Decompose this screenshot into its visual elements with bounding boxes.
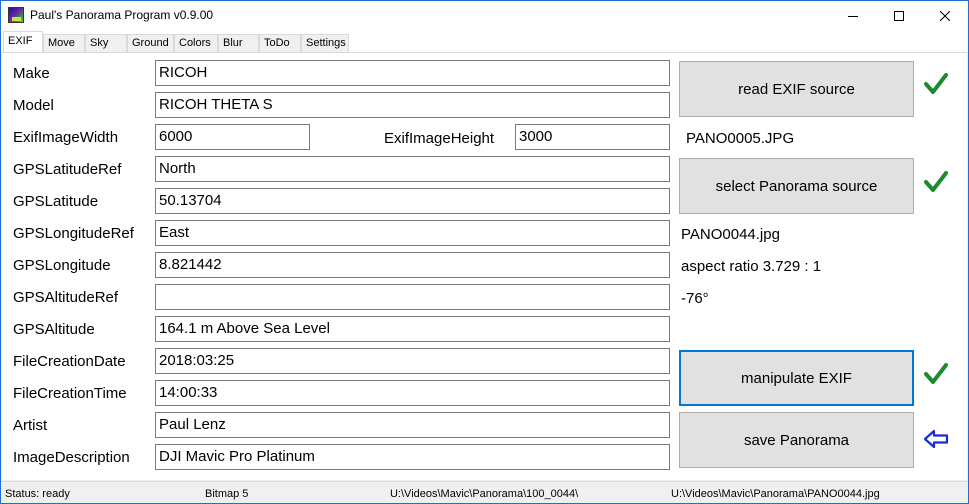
tab-strip: EXIF Move Sky Ground Colors Blur ToDo Se… <box>1 30 968 52</box>
creation-date-field[interactable]: 2018:03:25 <box>155 348 670 374</box>
exif-panel: Make RICOH Model RICOH THETA S ExifImage… <box>2 52 967 480</box>
longitude-label: GPSLongitude <box>13 257 111 274</box>
artist-label: Artist <box>13 417 48 434</box>
model-field[interactable]: RICOH THETA S <box>155 92 670 118</box>
make-field[interactable]: RICOH <box>155 60 670 86</box>
title-bar[interactable]: Paul's Panorama Program v0.9.00 <box>1 1 968 30</box>
manipulate-exif-button[interactable]: manipulate EXIF <box>679 350 914 406</box>
bitmap-status: Bitmap 5 <box>205 488 249 500</box>
artist-field[interactable]: Paul Lenz <box>155 412 670 438</box>
read-exif-button[interactable]: read EXIF source <box>679 61 914 117</box>
maximize-icon <box>894 10 904 21</box>
output-path: U:\Videos\Mavic\Panorama\PANO0044.jpg <box>671 488 880 500</box>
check-icon <box>924 363 948 384</box>
status-bar: Status: ready Bitmap 5 U:\Videos\Mavic\P… <box>1 481 968 503</box>
longitude-field[interactable]: 8.821442 <box>155 252 670 278</box>
tab-sky[interactable]: Sky <box>85 34 127 52</box>
check-icon <box>924 171 948 192</box>
app-icon[interactable] <box>8 7 24 23</box>
close-button[interactable] <box>922 1 968 30</box>
status-text: Status: ready <box>5 488 70 500</box>
altitude-ref-field[interactable] <box>155 284 670 310</box>
height-field[interactable]: 3000 <box>515 124 670 150</box>
width-field[interactable]: 6000 <box>155 124 310 150</box>
aspect-ratio-text: aspect ratio 3.729 : 1 <box>681 258 822 275</box>
model-label: Model <box>13 97 54 114</box>
longitude-ref-label: GPSLongitudeRef <box>13 225 134 242</box>
tab-todo[interactable]: ToDo <box>259 34 301 52</box>
exif-source-file: PANO0005.JPG <box>686 130 795 147</box>
tab-blur[interactable]: Blur <box>218 34 259 52</box>
tab-move[interactable]: Move <box>43 34 85 52</box>
check-icon <box>924 73 948 94</box>
latitude-ref-label: GPSLatitudeRef <box>13 161 122 178</box>
arrow-left-icon <box>923 429 949 449</box>
creation-date-label: FileCreationDate <box>13 353 126 370</box>
height-label: ExifImageHeight <box>384 130 495 147</box>
folder-path: U:\Videos\Mavic\Panorama\100_0044\ <box>390 488 579 500</box>
tab-settings[interactable]: Settings <box>301 34 349 52</box>
select-panorama-button[interactable]: select Panorama source <box>679 158 914 214</box>
width-label: ExifImageWidth <box>13 129 119 146</box>
altitude-label: GPSAltitude <box>13 321 95 338</box>
description-field[interactable]: DJI Mavic Pro Platinum <box>155 444 670 470</box>
minimize-button[interactable] <box>830 1 876 30</box>
window-title: Paul's Panorama Program v0.9.00 <box>30 8 214 22</box>
creation-time-label: FileCreationTime <box>13 385 127 402</box>
panorama-source-file: PANO0044.jpg <box>681 226 780 243</box>
description-label: ImageDescription <box>13 449 130 466</box>
tab-exif[interactable]: EXIF <box>3 31 43 52</box>
altitude-ref-label: GPSAltitudeRef <box>13 289 119 306</box>
minimize-icon <box>848 15 858 17</box>
close-icon <box>940 10 950 21</box>
creation-time-field[interactable]: 14:00:33 <box>155 380 670 406</box>
longitude-ref-field[interactable]: East <box>155 220 670 246</box>
save-panorama-button[interactable]: save Panorama <box>679 412 914 468</box>
angle-text: -76° <box>681 290 709 307</box>
tab-colors[interactable]: Colors <box>174 34 218 52</box>
maximize-button[interactable] <box>876 1 922 30</box>
make-label: Make <box>13 65 50 82</box>
latitude-field[interactable]: 50.13704 <box>155 188 670 214</box>
latitude-label: GPSLatitude <box>13 193 99 210</box>
latitude-ref-field[interactable]: North <box>155 156 670 182</box>
app-window: Paul's Panorama Program v0.9.00 EXIF Mov… <box>0 0 969 504</box>
altitude-field[interactable]: 164.1 m Above Sea Level <box>155 316 670 342</box>
tab-ground[interactable]: Ground <box>127 34 174 52</box>
